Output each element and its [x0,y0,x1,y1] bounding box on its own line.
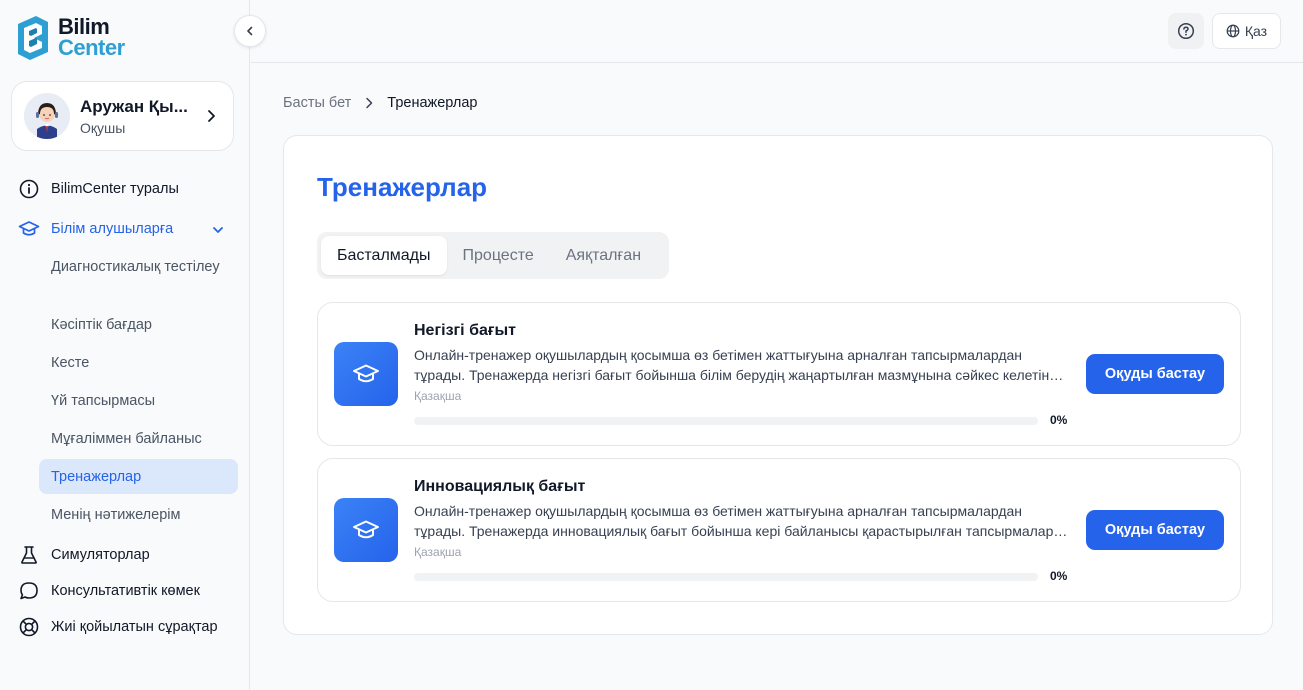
language-label: Қаз [1244,23,1268,39]
logo-line-1: Bilim [58,14,110,39]
sidebar-item-label: BilimCenter туралы [51,181,179,197]
info-icon [18,178,40,200]
user-name: Аружан Қы... [80,96,188,116]
status-tabs: Басталмады Процесте Аяқталған [317,232,669,279]
top-bar [251,0,1303,63]
avatar [24,93,70,139]
flask-icon [18,544,40,566]
globe-icon [1226,24,1240,38]
collapse-sidebar-button[interactable] [234,15,266,47]
chevron-right-icon [201,106,221,126]
course-title: Инновациялық бағыт [414,478,586,495]
sidebar-subitem-homework[interactable]: Үй тапсырмасы [39,391,238,411]
sidebar-item-about[interactable]: BilimCenter туралы [18,178,179,200]
trainers-panel: Тренажерлар Басталмады Процесте Аяқталға… [283,135,1273,635]
sidebar-subitem-trainers[interactable]: Тренажерлар [39,459,238,494]
course-card-innovative: Инновациялық бағыт Онлайн-тренажер оқушы… [317,458,1241,602]
lifebuoy-icon [18,616,40,638]
breadcrumb-home[interactable]: Басты бет [283,95,351,111]
logo-line-2: Center [58,35,125,60]
breadcrumb-current: Тренажерлар [387,95,478,111]
start-learning-button[interactable]: Оқуды бастау [1086,354,1224,394]
sidebar-subitem-schedule[interactable]: Кесте [39,353,238,373]
tab-not-started[interactable]: Басталмады [321,236,447,275]
sidebar-item-label: Жиі қойылатын сұрақтар [51,619,218,635]
help-circle-icon [1177,22,1195,40]
page-title: Тренажерлар [317,172,488,202]
sidebar-subitem-diagnostic-testing[interactable]: Диагностикалық тестілеу [39,257,238,277]
sidebar-subitem-my-results[interactable]: Менің нәтижелерім [39,505,238,525]
logo-text: Bilim Center [58,14,125,60]
course-card-main: Негізгі бағыт Онлайн-тренажер оқушыларды… [317,302,1241,446]
course-description: Онлайн-тренажер оқушылардың қосымша өз б… [414,503,1054,539]
sidebar-item-faq[interactable]: Жиі қойылатын сұрақтар [18,616,218,638]
logo[interactable]: Bilim Center [14,14,125,60]
tab-completed[interactable]: Аяқталған [550,236,657,275]
user-role: Оқушы [80,119,126,136]
chat-icon [18,580,40,602]
chevron-right-icon [364,97,374,109]
breadcrumb: Басты бет Тренажерлар [283,95,477,111]
bilimcenter-logo-icon [18,16,48,60]
help-button[interactable] [1168,13,1204,49]
sidebar-subitem-teacher-contact[interactable]: Мұғаліммен байланыс [39,429,238,449]
sidebar-item-consulting[interactable]: Консультативтік көмек [18,580,200,602]
chevron-down-icon[interactable] [208,220,228,240]
sidebar-item-students[interactable]: Білім алушыларға [18,218,173,240]
course-description: Онлайн-тренажер оқушылардың қосымша өз б… [414,347,1050,383]
sidebar-item-simulators[interactable]: Симуляторлар [18,544,150,566]
course-progress-percent: 0% [1050,569,1068,583]
course-language: Қазақша [414,545,462,559]
user-profile-card[interactable]: Аружан Қы... Оқушы [11,81,234,151]
sidebar: Bilim Center Аружан Қы... Оқушы BilimCen… [0,0,250,690]
tab-in-progress[interactable]: Процесте [447,236,550,275]
course-title: Негізгі бағыт [414,322,517,339]
sidebar-item-label: Симуляторлар [51,547,150,563]
chevron-left-icon [247,26,253,36]
language-selector[interactable]: Қаз [1212,13,1281,49]
graduation-cap-icon [18,218,40,240]
sidebar-subitem-career-guidance[interactable]: Кәсіптік бағдар [39,315,238,335]
course-progress-bar [414,573,1038,581]
graduation-cap-icon [334,498,398,562]
sidebar-item-label: Білім алушыларға [51,221,174,237]
course-progress-bar [414,417,1038,425]
start-learning-button[interactable]: Оқуды бастау [1086,510,1224,550]
graduation-cap-icon [334,342,398,406]
course-progress-percent: 0% [1050,413,1068,427]
course-language: Қазақша [414,389,462,403]
user-avatar-icon [24,93,70,139]
sidebar-item-label: Консультативтік көмек [51,583,200,599]
